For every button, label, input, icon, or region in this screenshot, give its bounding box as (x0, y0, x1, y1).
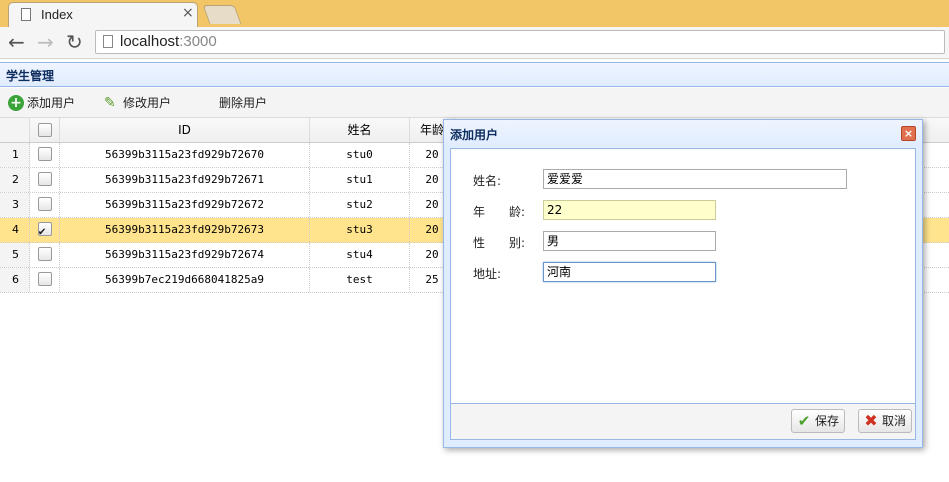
delete-user-label: 删除用户 (219, 96, 268, 110)
cancel-icon: ✖ (864, 410, 878, 430)
panel-header: 学生管理 (0, 62, 949, 87)
add-user-button[interactable]: + 添加用户 (8, 94, 75, 112)
cell-name: stu4 (310, 243, 410, 267)
row-number: 5 (0, 243, 30, 267)
page-icon (21, 8, 31, 21)
save-button[interactable]: ✔ 保存 (791, 409, 846, 433)
row-number: 3 (0, 193, 30, 217)
cell-name: test (310, 268, 410, 292)
checkbox-icon (37, 197, 52, 211)
row-number: 2 (0, 168, 30, 192)
edit-user-label: 修改用户 (123, 96, 172, 110)
age-label: 年 龄: (473, 205, 526, 219)
row-number: 1 (0, 143, 30, 167)
row-checkbox[interactable] (30, 218, 60, 243)
address-label: 地址: (473, 267, 502, 281)
cancel-label: 取消 (882, 414, 907, 428)
checkbox-icon (37, 247, 52, 261)
browser-toolbar: ← → ↻ localhost:3000 (0, 27, 949, 59)
panel-title: 学生管理 (6, 69, 55, 83)
row-number: 6 (0, 268, 30, 292)
column-header-name[interactable]: 姓名 (310, 118, 410, 142)
page-icon (103, 35, 113, 48)
row-checkbox[interactable] (30, 168, 60, 192)
cell-id: 56399b3115a23fd929b72670 (60, 143, 310, 167)
check-icon: ✔ (797, 411, 811, 430)
dialog-title: 添加用户 (450, 128, 499, 142)
new-tab-button[interactable] (202, 5, 242, 24)
url-host: localhost (120, 33, 180, 50)
row-checkbox[interactable] (30, 268, 60, 292)
gender-label: 性 别: (473, 236, 526, 250)
tab-title: Index (41, 7, 73, 22)
grid-toolbar: + 添加用户 ✎ 修改用户 删除用户 (0, 88, 949, 118)
save-label: 保存 (815, 414, 840, 428)
cell-name: stu1 (310, 168, 410, 192)
cell-id: 56399b3115a23fd929b72673 (60, 218, 310, 242)
cancel-button[interactable]: ✖ 取消 (858, 409, 913, 433)
add-user-dialog: 添加用户 × 姓名: 爱爱爱 年 龄: 22 性 别: 男 地址: 河南 ✔ 保存… (443, 119, 923, 448)
add-user-label: 添加用户 (27, 96, 76, 110)
close-icon[interactable]: × (901, 126, 916, 141)
address-bar[interactable]: localhost:3000 (95, 30, 945, 54)
pencil-icon: ✎ (104, 94, 116, 111)
checkbox-icon (37, 147, 52, 161)
forward-icon[interactable]: → (37, 30, 54, 54)
cell-id: 56399b3115a23fd929b72672 (60, 193, 310, 217)
add-icon: + (8, 94, 24, 111)
gender-field[interactable]: 男 (543, 231, 716, 251)
row-checkbox[interactable] (30, 243, 60, 267)
back-icon[interactable]: ← (8, 30, 25, 54)
cell-id: 56399b3115a23fd929b72671 (60, 168, 310, 192)
dialog-header: 添加用户 × (444, 120, 922, 146)
cell-id: 56399b3115a23fd929b72674 (60, 243, 310, 267)
checkbox-icon (37, 272, 52, 286)
row-checkbox[interactable] (30, 193, 60, 217)
delete-icon (200, 95, 216, 111)
name-label: 姓名: (473, 174, 502, 188)
checkbox-icon (37, 122, 52, 137)
delete-user-button[interactable]: 删除用户 (200, 94, 267, 112)
age-field[interactable]: 22 (543, 200, 716, 220)
select-all-checkbox[interactable] (30, 118, 60, 142)
row-number-header (0, 118, 30, 142)
browser-tabstrip: Index × (0, 0, 949, 27)
checkbox-icon (37, 172, 52, 186)
row-number: 4 (0, 218, 30, 242)
cell-name: stu0 (310, 143, 410, 167)
address-url: localhost:3000 (120, 33, 217, 50)
name-field[interactable]: 爱爱爱 (543, 169, 847, 189)
address-field[interactable]: 河南 (543, 262, 716, 282)
dialog-footer: ✔ 保存 ✖ 取消 (450, 404, 916, 440)
browser-tab[interactable]: Index × (8, 2, 198, 27)
dialog-body: 姓名: 爱爱爱 年 龄: 22 性 别: 男 地址: 河南 (450, 148, 916, 404)
cell-name: stu3 (310, 218, 410, 242)
cell-id: 56399b7ec219d668041825a9 (60, 268, 310, 292)
reload-icon[interactable]: ↻ (66, 30, 83, 54)
edit-user-button[interactable]: ✎ 修改用户 (104, 94, 171, 112)
tab-close-icon[interactable]: × (182, 5, 194, 21)
url-port: :3000 (179, 33, 217, 50)
checkbox-icon (37, 219, 52, 243)
row-checkbox[interactable] (30, 143, 60, 167)
column-header-id[interactable]: ID (60, 118, 310, 142)
cell-name: stu2 (310, 193, 410, 217)
